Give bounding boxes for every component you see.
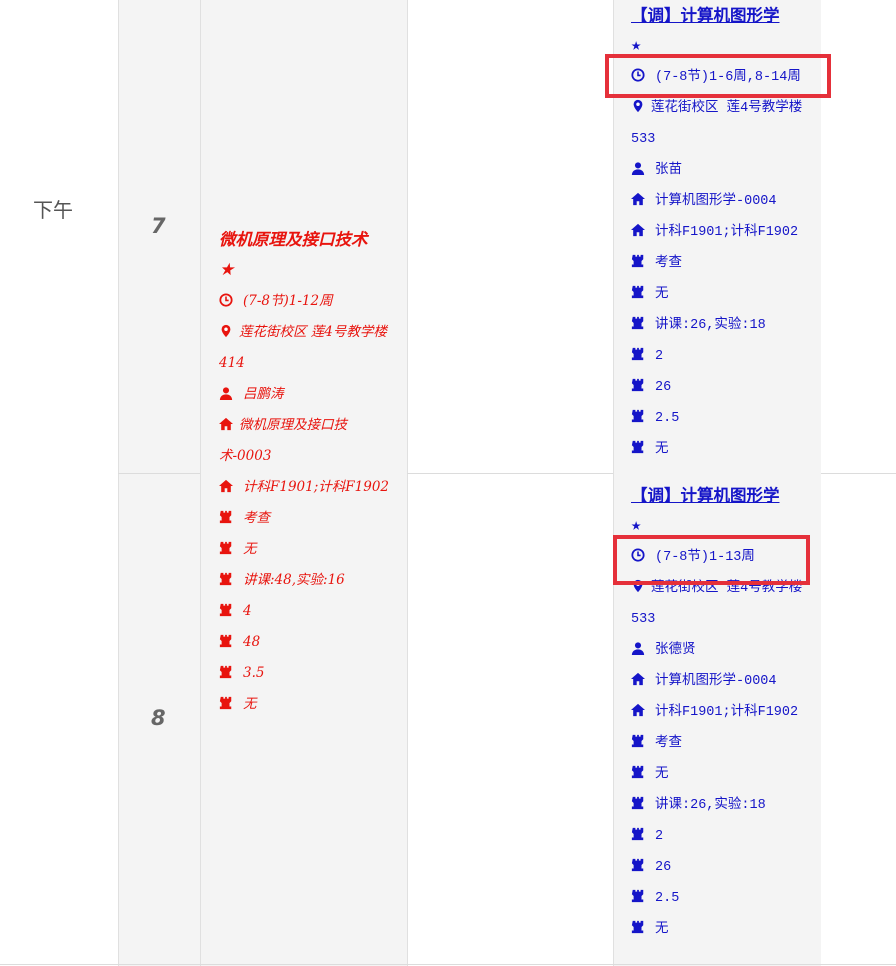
home-icon bbox=[631, 666, 651, 697]
extra-row: 无 bbox=[631, 759, 811, 790]
person-icon bbox=[219, 379, 239, 410]
course-card-microcomputer[interactable]: 微机原理及接口技术 ★ (7-8节)1-12周 莲花街校区 莲4号教学楼414 … bbox=[219, 224, 399, 720]
tower-icon bbox=[219, 596, 239, 627]
hours-row: 讲课:48,实验:16 bbox=[219, 565, 399, 596]
credits-row: 2.5 bbox=[631, 883, 811, 914]
teacher-row: 张苗 bbox=[631, 155, 811, 186]
assessment-row: 考查 bbox=[631, 248, 811, 279]
assessment-row: 考查 bbox=[631, 728, 811, 759]
class-code-row: 微机原理及接口技术-0003 bbox=[219, 410, 399, 472]
credits-row: 2.5 bbox=[631, 403, 811, 434]
star-icon: ★ bbox=[219, 260, 235, 280]
assessment-row: 考查 bbox=[219, 503, 399, 534]
home-icon bbox=[631, 217, 651, 248]
highlight-box bbox=[613, 535, 810, 585]
hours-row: 讲课:26,实验:18 bbox=[631, 310, 811, 341]
section-number: 8 bbox=[151, 706, 166, 730]
person-icon bbox=[631, 635, 651, 666]
section-column bbox=[118, 0, 201, 966]
tower-icon bbox=[631, 821, 651, 852]
value-row: 2 bbox=[631, 821, 811, 852]
day-column-2 bbox=[407, 0, 614, 966]
time-row: (7-8节)1-12周 bbox=[219, 286, 399, 317]
day-column-4 bbox=[821, 0, 896, 966]
tower-icon bbox=[219, 658, 239, 689]
section-number: 7 bbox=[151, 214, 166, 238]
classes-row: 计科F1901;计科F1902 bbox=[219, 472, 399, 503]
tower-icon bbox=[219, 503, 239, 534]
tower-icon bbox=[631, 403, 651, 434]
extra-row: 无 bbox=[631, 914, 811, 945]
tower-icon bbox=[631, 759, 651, 790]
course-title-link[interactable]: 【调】计算机图形学 bbox=[631, 480, 811, 511]
clock-icon bbox=[219, 286, 239, 317]
tower-icon bbox=[219, 565, 239, 596]
class-code-row: 计算机图形学-0004 bbox=[631, 666, 811, 697]
tower-icon bbox=[631, 279, 651, 310]
tower-icon bbox=[631, 248, 651, 279]
map-pin-icon bbox=[219, 317, 239, 348]
row-divider bbox=[821, 473, 896, 474]
home-icon bbox=[631, 697, 651, 728]
extra-row: 无 bbox=[219, 689, 399, 720]
class-code-row: 计算机图形学-0004 bbox=[631, 186, 811, 217]
classes-row: 计科F1901;计科F1902 bbox=[631, 217, 811, 248]
person-icon bbox=[631, 155, 651, 186]
highlight-box bbox=[605, 54, 831, 98]
extra-row: 无 bbox=[631, 279, 811, 310]
tower-icon bbox=[631, 310, 651, 341]
home-icon bbox=[219, 472, 239, 503]
tower-icon bbox=[631, 434, 651, 465]
tower-icon bbox=[631, 728, 651, 759]
tower-icon bbox=[631, 914, 651, 945]
teacher-row: 吕鹏涛 bbox=[219, 379, 399, 410]
table-bottom-border bbox=[0, 964, 896, 965]
course-title[interactable]: 微机原理及接口技术 bbox=[219, 224, 399, 255]
tower-icon bbox=[631, 372, 651, 403]
location-row: 莲花街校区 莲4号教学楼533 bbox=[631, 93, 811, 155]
tower-icon bbox=[631, 341, 651, 372]
value-row: 48 bbox=[219, 627, 399, 658]
tower-icon bbox=[219, 627, 239, 658]
home-icon bbox=[219, 410, 239, 441]
course-title-link[interactable]: 【调】计算机图形学 bbox=[631, 0, 811, 31]
location-row: 莲花街校区 莲4号教学楼414 bbox=[219, 317, 399, 379]
tower-icon bbox=[631, 852, 651, 883]
extra-row: 无 bbox=[219, 534, 399, 565]
home-icon bbox=[631, 186, 651, 217]
period-label: 下午 bbox=[33, 198, 73, 222]
row-divider bbox=[118, 473, 200, 474]
value-row: 26 bbox=[631, 852, 811, 883]
tower-icon bbox=[631, 790, 651, 821]
hours-row: 讲课:26,实验:18 bbox=[631, 790, 811, 821]
row-divider bbox=[407, 473, 613, 474]
teacher-row: 张德贤 bbox=[631, 635, 811, 666]
tower-icon bbox=[631, 883, 651, 914]
tower-icon bbox=[219, 689, 239, 720]
value-row: 26 bbox=[631, 372, 811, 403]
extra-row: 无 bbox=[631, 434, 811, 465]
tower-icon bbox=[219, 534, 239, 565]
classes-row: 计科F1901;计科F1902 bbox=[631, 697, 811, 728]
credits-row: 3.5 bbox=[219, 658, 399, 689]
period-column bbox=[0, 0, 118, 966]
value-row: 2 bbox=[631, 341, 811, 372]
value-row: 4 bbox=[219, 596, 399, 627]
